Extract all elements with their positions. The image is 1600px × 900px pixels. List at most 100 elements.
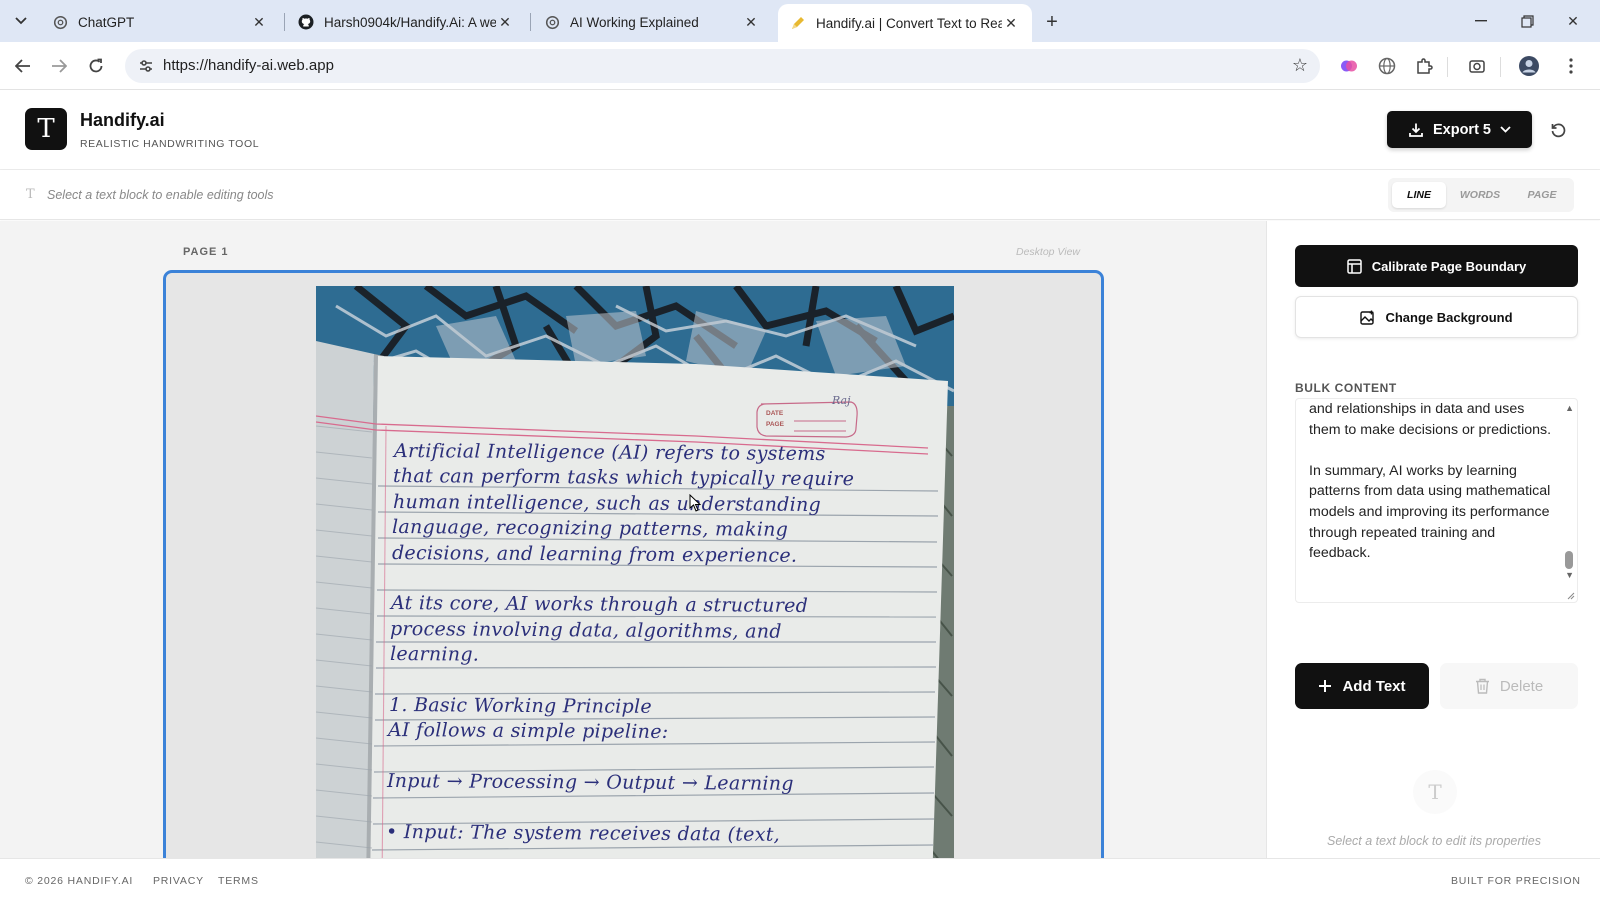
plus-icon: [1319, 680, 1332, 692]
handwritten-line[interactable]: language, recognizing patterns, making: [392, 516, 788, 541]
bookmark-star-icon[interactable]: ☆: [1292, 55, 1308, 76]
url-text[interactable]: https://handify-ai.web.app: [163, 57, 334, 74]
app-header: T Handify.ai REALISTIC HANDWRITING TOOL …: [0, 90, 1600, 170]
handwritten-line[interactable]: Artificial Intelligence (AI) refers to s…: [394, 440, 826, 465]
handwritten-line[interactable]: decisions, and learning from experience.: [392, 542, 797, 567]
pen-icon: [790, 15, 806, 31]
bulk-content-label: BULK CONTENT: [1295, 381, 1397, 395]
tab-title: ChatGPT: [78, 14, 135, 30]
image-plus-icon: [1360, 310, 1375, 325]
handwritten-line[interactable]: At its core, AI works through a structur…: [391, 592, 808, 617]
scroll-down-arrow-icon[interactable]: ▼: [1565, 570, 1574, 580]
page-frame[interactable]: Raj DATE PAGE Artificial Intelligence (A…: [163, 270, 1104, 858]
profile-avatar[interactable]: [1516, 53, 1542, 79]
delete-button[interactable]: Delete: [1440, 663, 1578, 709]
handwritten-line[interactable]: learning.: [390, 643, 479, 666]
app-tagline: REALISTIC HANDWRITING TOOL: [80, 138, 260, 150]
export-button[interactable]: Export 5: [1387, 111, 1532, 148]
mode-page[interactable]: PAGE: [1514, 182, 1570, 208]
change-background-button[interactable]: Change Background: [1295, 296, 1578, 338]
layout-icon: [1346, 258, 1362, 274]
notebook-header-name: Raj: [832, 394, 851, 407]
add-text-label: Add Text: [1342, 677, 1406, 695]
handwritten-line[interactable]: that can perform tasks which typically r…: [393, 465, 854, 490]
footer-copyright: © 2026 HANDIFY.AI: [25, 875, 134, 887]
handwritten-line[interactable]: AI follows a simple pipeline:: [388, 719, 669, 743]
close-window-button[interactable]: ✕: [1558, 8, 1588, 34]
scrollbar-thumb[interactable]: [1565, 551, 1573, 569]
reload-icon: [89, 58, 103, 73]
change-background-label: Change Background: [1385, 309, 1513, 325]
properties-sidebar: Calibrate Page Boundary Change Backgroun…: [1266, 221, 1600, 858]
resize-grip-icon[interactable]: [1566, 591, 1575, 600]
edit-toolbar: T Select a text block to enable editing …: [0, 170, 1600, 220]
handwritten-line[interactable]: process involving data, algorithms, and: [390, 618, 782, 643]
tab-divider: [530, 13, 531, 31]
arrow-left-icon: [15, 59, 30, 73]
site-settings-icon[interactable]: [137, 57, 155, 75]
footer-terms-link[interactable]: TERMS: [218, 875, 259, 887]
close-tab-icon[interactable]: ✕: [250, 13, 268, 31]
calibrate-page-boundary-button[interactable]: Calibrate Page Boundary: [1295, 245, 1578, 287]
close-tab-icon[interactable]: ✕: [742, 13, 760, 31]
tab-title: AI Working Explained: [570, 14, 699, 30]
tab-title: Harsh0904k/Handify.Ai: A web: [324, 14, 496, 30]
extension-globe-icon[interactable]: [1374, 53, 1400, 79]
forward-button[interactable]: [46, 53, 72, 79]
mode-words[interactable]: WORDS: [1450, 182, 1510, 208]
mode-line[interactable]: LINE: [1392, 182, 1446, 208]
tab-divider: [284, 13, 285, 31]
screenshot-icon[interactable]: [1464, 53, 1490, 79]
tab-ai-working[interactable]: AI Working Explained ✕: [532, 6, 772, 38]
footer: © 2026 HANDIFY.AI PRIVACY TERMS BUILT FO…: [0, 858, 1600, 900]
scroll-up-arrow-icon[interactable]: ▲: [1565, 403, 1574, 413]
reset-button[interactable]: [1545, 117, 1571, 143]
handwritten-line[interactable]: Input → Processing → Output → Learning: [387, 770, 794, 795]
mouse-cursor: [689, 493, 702, 517]
tab-chatgpt[interactable]: ChatGPT ✕: [40, 6, 280, 38]
notebook-photo[interactable]: Raj DATE PAGE Artificial Intelligence (A…: [316, 286, 954, 858]
trash-icon: [1475, 678, 1489, 694]
text-properties-icon: T: [1413, 770, 1457, 814]
bulk-content-textarea[interactable]: and relationships in data and uses them …: [1295, 398, 1578, 603]
view-label: Desktop View: [1016, 246, 1081, 258]
handwritten-line[interactable]: • Input: The system receives data (text,: [386, 821, 780, 846]
new-tab-button[interactable]: +: [1040, 10, 1064, 34]
download-icon: [1409, 123, 1423, 137]
calibrate-label: Calibrate Page Boundary: [1371, 258, 1527, 274]
address-bar[interactable]: https://handify-ai.web.app ☆: [125, 49, 1320, 83]
chevron-down-icon: [15, 17, 27, 25]
tab-search-button[interactable]: [8, 8, 34, 34]
extensions-puzzle-icon[interactable]: [1411, 53, 1437, 79]
arrow-right-icon: [52, 59, 67, 73]
text-tool-icon: T: [26, 187, 35, 202]
tab-handify[interactable]: Handify.ai | Convert Text to Rea ✕: [778, 4, 1032, 42]
browser-tabstrip: ChatGPT ✕ Harsh0904k/Handify.Ai: A web ✕…: [0, 0, 1600, 42]
app-name: Handify.ai: [80, 110, 165, 130]
canvas-area: PAGE 1 Desktop View Raj DATE PAGE Artifi…: [0, 221, 1266, 858]
tab-github[interactable]: Harsh0904k/Handify.Ai: A web ✕: [286, 6, 526, 38]
page-label: PAGE 1: [183, 246, 229, 258]
extension-brain-icon[interactable]: [1336, 53, 1362, 79]
export-label: Export 5: [1432, 121, 1491, 138]
handwritten-line[interactable]: human intelligence, such as understandin…: [393, 491, 821, 516]
browser-toolbar: https://handify-ai.web.app ☆: [0, 42, 1600, 90]
chatgpt-icon: [52, 14, 68, 30]
add-text-button[interactable]: Add Text: [1295, 663, 1429, 709]
properties-hint: Select a text block to edit its properti…: [1327, 834, 1541, 848]
undo-icon: [1551, 123, 1565, 137]
granularity-switch: LINE WORDS PAGE: [1388, 178, 1574, 212]
edit-hint: Select a text block to enable editing to…: [47, 188, 274, 202]
footer-privacy-link[interactable]: PRIVACY: [153, 875, 204, 887]
restore-button[interactable]: [1512, 8, 1542, 34]
reload-button[interactable]: [83, 53, 109, 79]
browser-menu-icon[interactable]: [1558, 53, 1584, 79]
app-logo[interactable]: T: [25, 108, 67, 150]
minimize-button[interactable]: [1466, 8, 1496, 34]
close-tab-icon[interactable]: ✕: [496, 13, 514, 31]
close-tab-icon[interactable]: ✕: [1002, 14, 1020, 32]
back-button[interactable]: [10, 53, 36, 79]
handwritten-line[interactable]: 1. Basic Working Principle: [388, 694, 651, 718]
delete-label: Delete: [1499, 677, 1544, 695]
bulk-content-text[interactable]: and relationships in data and uses them …: [1309, 399, 1554, 564]
